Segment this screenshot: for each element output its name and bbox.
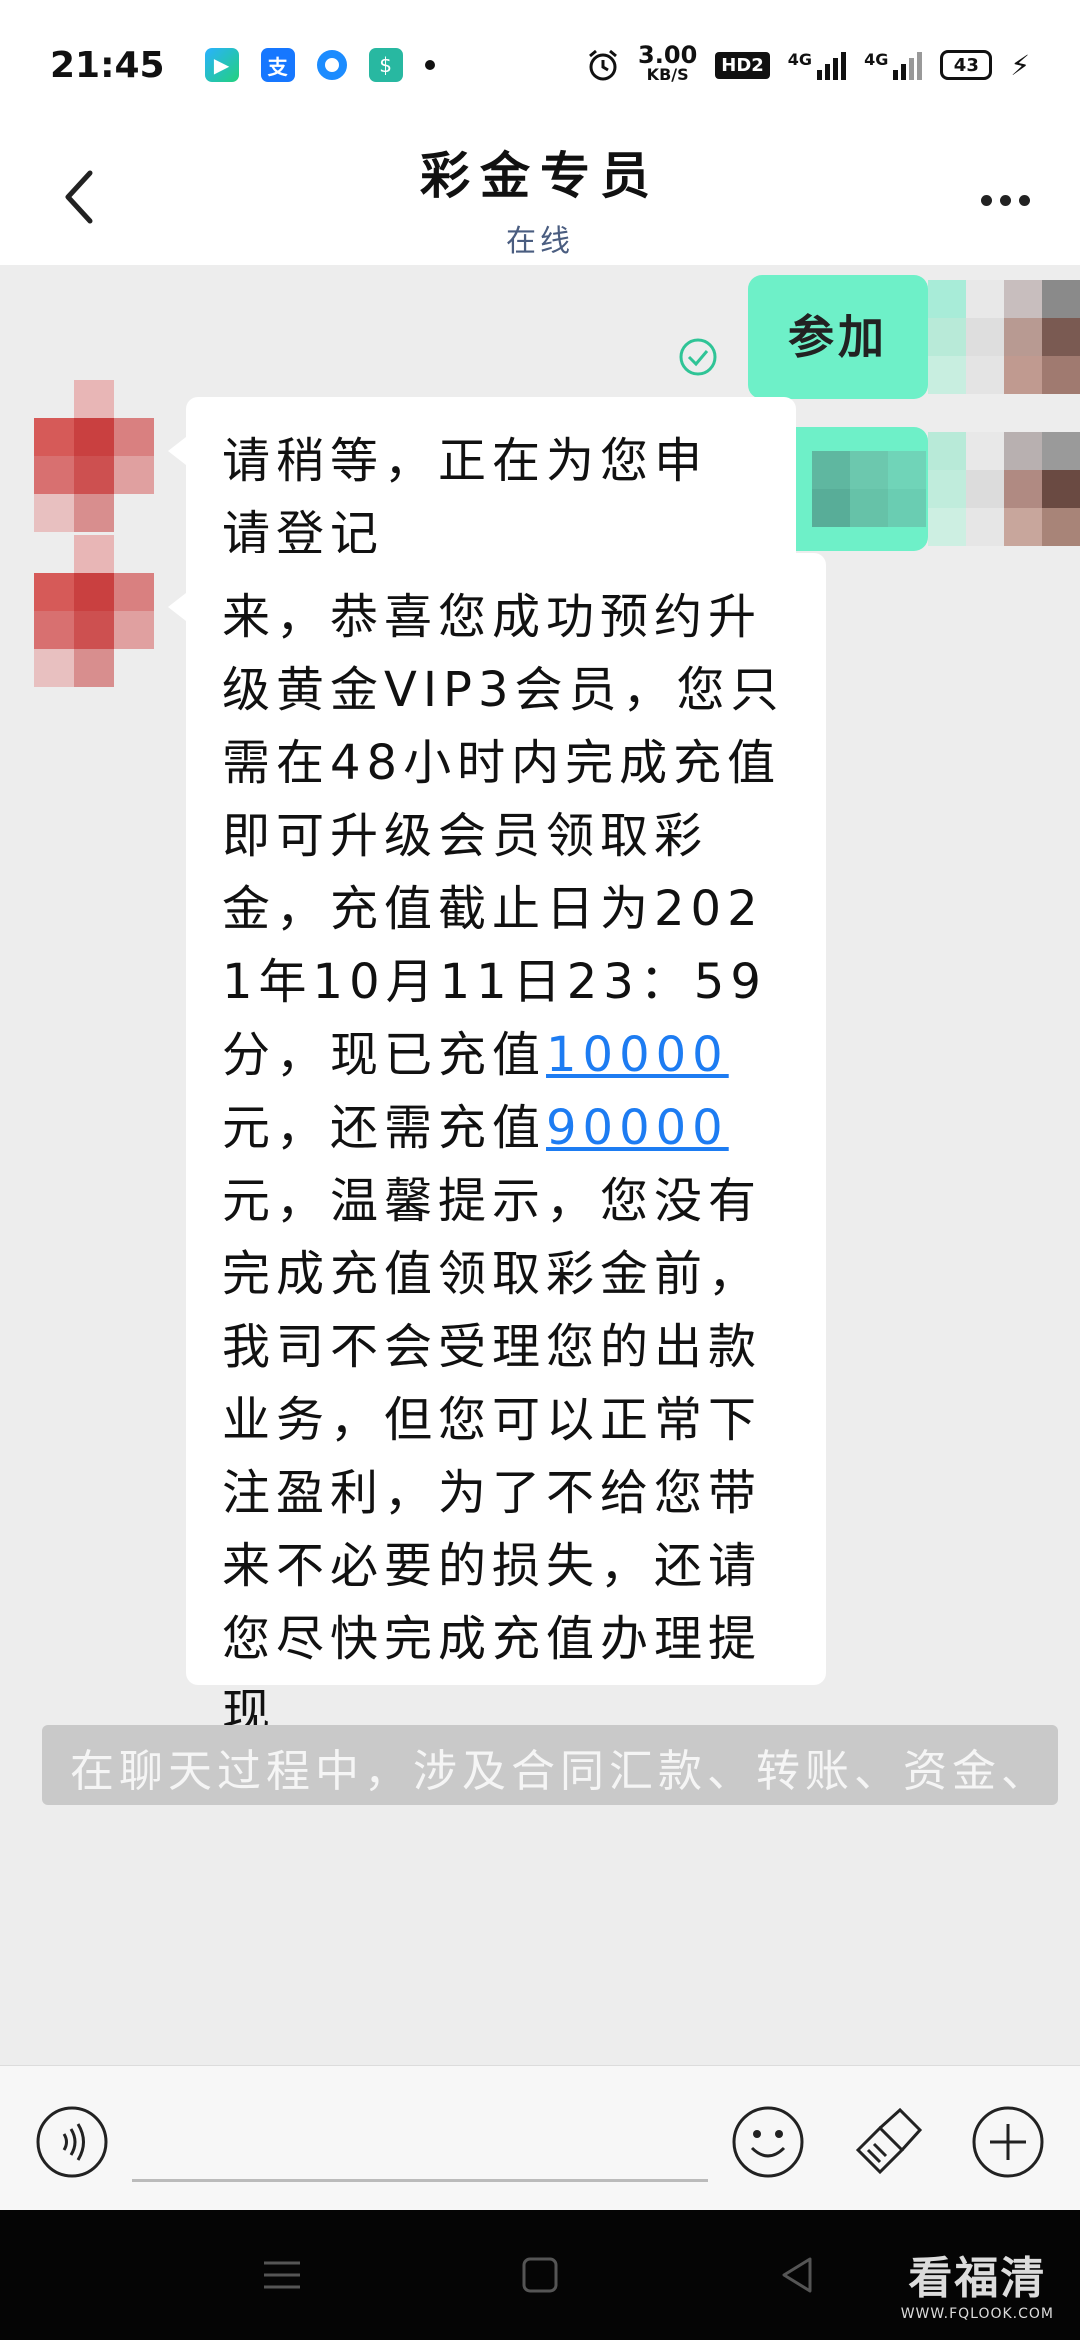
circle-app-icon: [316, 50, 347, 80]
money-app-icon: $: [368, 48, 403, 82]
system-back-button[interactable]: [768, 2250, 828, 2300]
input-bar: [0, 2065, 1080, 2210]
watermark-sub: WWW.FQLOOK.COM: [900, 2306, 1054, 2322]
online-status: 在线: [506, 223, 574, 259]
status-time: 21:45: [50, 44, 165, 86]
chat-header: 彩金专员 在线: [0, 130, 1080, 265]
menu-icon: [264, 2261, 300, 2289]
signal-icon: 4G: [787, 50, 847, 80]
delivered-check-icon: [679, 338, 717, 376]
speed-value: 3.00: [638, 41, 698, 69]
home-square-icon: [522, 2257, 558, 2293]
more-notifications-dot: [424, 60, 435, 70]
speed-unit: KB/S: [646, 65, 689, 84]
amount-paid-link[interactable]: 10000: [546, 1027, 729, 1083]
user-avatar-pixelated[interactable]: [928, 280, 1080, 394]
sticker-tool-button[interactable]: [850, 2104, 926, 2180]
user-avatar-pixelated[interactable]: [928, 432, 1080, 546]
outgoing-image-bubble[interactable]: [776, 427, 928, 551]
voice-input-button[interactable]: [34, 2104, 110, 2180]
pixelated-image: [812, 451, 926, 527]
system-icons: 3.00 KB/S HD2 4G 4G 43 ⚡: [586, 41, 1030, 85]
recent-apps-button[interactable]: [252, 2250, 312, 2300]
agent-avatar[interactable]: [34, 380, 154, 532]
hd-badge: HD2: [715, 51, 770, 79]
message-text-part: 元，还需充值: [222, 1100, 547, 1156]
signal-icon-2: 4G: [864, 50, 923, 80]
voice-icon: [36, 2106, 108, 2178]
agent-avatar[interactable]: [34, 535, 154, 687]
outgoing-message-bubble[interactable]: 参加: [748, 275, 928, 399]
incoming-message-bubble[interactable]: 来，恭喜您成功预约升级黄金VIP3会员，您只需在48小时内完成充值即可升级会员领…: [168, 553, 826, 1740]
alarm-icon: [589, 49, 618, 81]
status-bar: 21:45 ▶ 支 $ 3.00 KB/S HD2 4G 4G 43 ⚡: [0, 0, 1080, 130]
system-navigation-bar: 看福清 WWW.FQLOOK.COM: [0, 2210, 1080, 2340]
battery-icon: 43: [940, 50, 993, 80]
outgoing-message-row: 参加: [678, 275, 1080, 399]
alipay-icon: 支: [260, 48, 295, 82]
brush-icon: [855, 2107, 923, 2175]
more-functions-button[interactable]: [970, 2104, 1046, 2180]
more-dot-icon: [1018, 194, 1030, 206]
site-watermark: 看福清 WWW.FQLOOK.COM: [901, 2242, 1054, 2322]
emoji-icon: [732, 2106, 804, 2178]
more-dot-icon: [980, 194, 992, 206]
safety-notice: 在聊天过程中，涉及合同汇款、转账、资金、: [42, 1725, 1058, 1805]
home-button[interactable]: [510, 2250, 570, 2300]
video-app-icon: ▶: [204, 48, 239, 82]
back-button[interactable]: [40, 152, 120, 242]
network-label-1: 4G: [787, 50, 813, 69]
notification-icons: ▶ 支 $: [204, 48, 435, 82]
back-arrow-icon: [65, 170, 93, 224]
chat-title-group: 彩金专员 在线: [420, 136, 660, 260]
message-text-part: 来，恭喜您成功预约升级黄金VIP3会员，您只需在48小时内完成充值即可升级会员领…: [222, 589, 785, 1083]
incoming-message-text: 请稍等，正在为您申请登记: [222, 433, 709, 562]
plus-icon: [972, 2106, 1044, 2178]
amount-due-link[interactable]: 90000: [546, 1100, 729, 1156]
more-options-button[interactable]: [970, 170, 1040, 230]
more-dot-icon: [999, 194, 1011, 206]
emoji-button[interactable]: [730, 2104, 806, 2180]
network-speed: 3.00 KB/S: [638, 41, 698, 85]
chat-title: 彩金专员: [420, 146, 660, 205]
message-text-part: 元，温馨提示，您没有完成充值领取彩金前，我司不会受理您的出款业务，但您可以正常下…: [222, 1173, 763, 1740]
charging-icon: ⚡: [1010, 48, 1030, 82]
watermark-main: 看福清: [908, 2253, 1047, 2304]
network-label-2: 4G: [864, 50, 889, 69]
back-triangle-icon: [782, 2257, 812, 2293]
message-input[interactable]: [132, 2102, 708, 2182]
